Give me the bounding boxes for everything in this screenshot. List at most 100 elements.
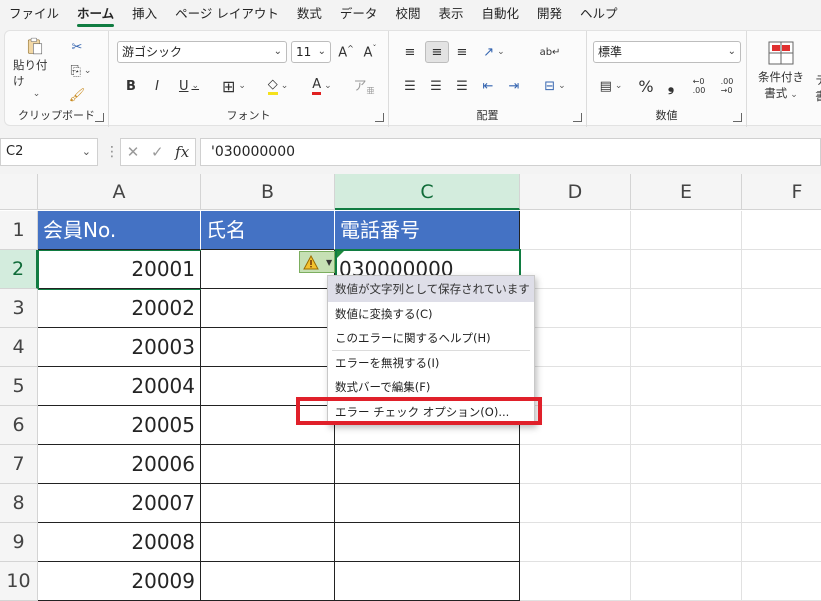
- cell-f6[interactable]: [742, 406, 821, 445]
- conditional-format-button[interactable]: 条件付き 書式 ⌄: [753, 37, 809, 105]
- cell-b1[interactable]: 氏名: [201, 211, 335, 250]
- align-center-button[interactable]: ☰: [425, 75, 447, 97]
- cell-f1[interactable]: [742, 211, 821, 250]
- cell-c9[interactable]: [335, 523, 520, 562]
- error-options-button[interactable]: ▼: [299, 251, 335, 273]
- comma-style-button[interactable]: ❟: [661, 75, 681, 97]
- borders-button[interactable]: ⊞ ⌄: [215, 75, 253, 97]
- shrink-font-button[interactable]: Aˇ: [359, 41, 381, 63]
- cell-c1[interactable]: 電話番号: [335, 211, 520, 250]
- row-header-9[interactable]: 9: [0, 523, 38, 562]
- column-header-b[interactable]: B: [201, 174, 335, 210]
- row-header-1[interactable]: 1: [0, 211, 38, 250]
- row-header-8[interactable]: 8: [0, 484, 38, 523]
- formula-input[interactable]: '030000000: [200, 138, 821, 166]
- row-header-7[interactable]: 7: [0, 445, 38, 484]
- cell-f9[interactable]: [742, 523, 821, 562]
- edit-in-formula-bar-item[interactable]: 数式バーで編集(F): [328, 375, 534, 399]
- cell-b10[interactable]: [201, 562, 335, 601]
- cell-d2[interactable]: [520, 250, 631, 289]
- menu-page-layout[interactable]: ページ レイアウト: [166, 0, 288, 28]
- column-header-d[interactable]: D: [520, 174, 631, 210]
- cut-button[interactable]: ✂: [65, 37, 89, 57]
- cell-c10[interactable]: [335, 562, 520, 601]
- ignore-error-item[interactable]: エラーを無視する(I): [328, 351, 534, 375]
- menu-data[interactable]: データ: [331, 0, 387, 28]
- cell-a6[interactable]: 20005: [38, 406, 201, 445]
- cell-f3[interactable]: [742, 289, 821, 328]
- cell-e6[interactable]: [631, 406, 742, 445]
- cell-e7[interactable]: [631, 445, 742, 484]
- accounting-format-button[interactable]: ▤ ⌄: [593, 75, 629, 97]
- cell-f5[interactable]: [742, 367, 821, 406]
- row-header-6[interactable]: 6: [0, 406, 38, 445]
- cell-a1[interactable]: 会員No.: [38, 211, 201, 250]
- insert-function-button[interactable]: fx: [175, 143, 189, 161]
- menu-automate[interactable]: 自動化: [472, 0, 528, 28]
- menu-review[interactable]: 校閲: [386, 0, 429, 28]
- fill-color-button[interactable]: ◇ ⌄: [259, 75, 297, 97]
- font-size-select[interactable]: 11 ⌄: [291, 41, 331, 63]
- dialog-launcher-icon[interactable]: [95, 113, 104, 122]
- dialog-launcher-icon[interactable]: [573, 113, 582, 122]
- menu-formulas[interactable]: 数式: [288, 0, 331, 28]
- name-box[interactable]: C2 ⌄: [0, 138, 98, 166]
- row-header-3[interactable]: 3: [0, 289, 38, 328]
- cell-a2[interactable]: 20001: [38, 250, 201, 289]
- cell-e2[interactable]: [631, 250, 742, 289]
- cell-e4[interactable]: [631, 328, 742, 367]
- menu-file[interactable]: ファイル: [0, 0, 68, 28]
- column-header-f[interactable]: F: [742, 174, 821, 210]
- number-format-select[interactable]: 標準 ⌄: [593, 41, 741, 63]
- cell-b4[interactable]: [201, 328, 335, 367]
- font-color-button[interactable]: A ⌄: [303, 75, 341, 97]
- menu-help[interactable]: ヘルプ: [571, 0, 627, 28]
- underline-button[interactable]: U ⌄: [171, 75, 207, 97]
- cell-c7[interactable]: [335, 445, 520, 484]
- cell-b3[interactable]: [201, 289, 335, 328]
- cell-c8[interactable]: [335, 484, 520, 523]
- row-header-10[interactable]: 10: [0, 562, 38, 601]
- cell-b8[interactable]: [201, 484, 335, 523]
- bold-button[interactable]: B: [121, 75, 141, 97]
- menu-view[interactable]: 表示: [429, 0, 472, 28]
- decrease-indent-button[interactable]: ⇤: [477, 75, 499, 97]
- error-help-item[interactable]: このエラーに関するヘルプ(H): [328, 326, 534, 350]
- row-header-2[interactable]: 2: [0, 250, 38, 289]
- cell-e5[interactable]: [631, 367, 742, 406]
- align-bottom-button[interactable]: ≡: [451, 41, 473, 63]
- cell-d7[interactable]: [520, 445, 631, 484]
- percent-button[interactable]: %: [635, 75, 657, 97]
- copy-button[interactable]: ⎘ ⌄: [63, 61, 99, 81]
- grow-font-button[interactable]: A^: [335, 41, 357, 63]
- cancel-icon[interactable]: ✕: [127, 143, 140, 161]
- cell-d1[interactable]: [520, 211, 631, 250]
- cell-f8[interactable]: [742, 484, 821, 523]
- align-right-button[interactable]: ☰: [451, 75, 473, 97]
- cell-f4[interactable]: [742, 328, 821, 367]
- align-left-button[interactable]: ☰: [399, 75, 421, 97]
- cell-d8[interactable]: [520, 484, 631, 523]
- increase-indent-button[interactable]: ⇥: [503, 75, 525, 97]
- cell-e1[interactable]: [631, 211, 742, 250]
- column-header-c[interactable]: C: [335, 174, 520, 210]
- select-all-button[interactable]: [0, 174, 38, 210]
- cell-d3[interactable]: [520, 289, 631, 328]
- dialog-launcher-icon[interactable]: [733, 113, 742, 122]
- merge-center-button[interactable]: ⊟ ⌄: [537, 75, 573, 97]
- cell-a8[interactable]: 20007: [38, 484, 201, 523]
- cell-f10[interactable]: [742, 562, 821, 601]
- cell-e8[interactable]: [631, 484, 742, 523]
- align-top-button[interactable]: ≡: [399, 41, 421, 63]
- decrease-decimal-button[interactable]: .00 →0: [715, 75, 739, 97]
- dialog-launcher-icon[interactable]: [375, 113, 384, 122]
- format-as-table-button[interactable]: テ 書: [813, 71, 821, 105]
- cell-d9[interactable]: [520, 523, 631, 562]
- more-options-icon[interactable]: ⋮: [105, 144, 119, 160]
- cell-a4[interactable]: 20003: [38, 328, 201, 367]
- increase-decimal-button[interactable]: ←0.00: [687, 75, 711, 97]
- cell-e10[interactable]: [631, 562, 742, 601]
- cell-a7[interactable]: 20006: [38, 445, 201, 484]
- menu-developer[interactable]: 開発: [528, 0, 571, 28]
- cell-a10[interactable]: 20009: [38, 562, 201, 601]
